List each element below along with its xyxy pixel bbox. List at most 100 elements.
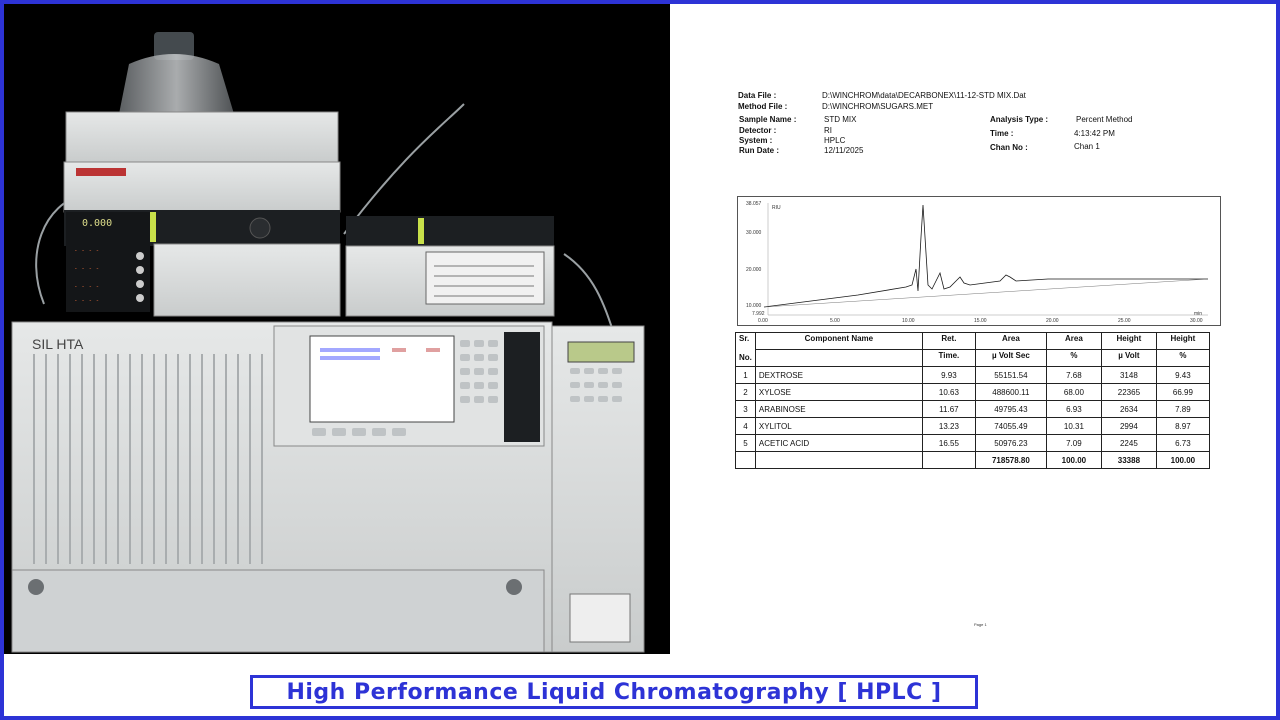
cell-height-pct: 66.99 bbox=[1155, 383, 1210, 401]
cell-area: 55151.54 bbox=[974, 366, 1047, 384]
svg-text:- - - -: - - - - bbox=[74, 297, 99, 304]
col-height-pct-sub: % bbox=[1155, 349, 1210, 367]
cell-area-pct: 68.00 bbox=[1045, 383, 1102, 401]
x-tick-label: 0.00 bbox=[758, 318, 768, 324]
page-number: Page 1 bbox=[974, 622, 987, 627]
col-area-pct-sub: % bbox=[1045, 349, 1102, 367]
cell-total-height-pct: 100.00 bbox=[1155, 451, 1210, 469]
cell-area-pct: 7.68 bbox=[1045, 366, 1102, 384]
cell-height: 2245 bbox=[1100, 434, 1157, 452]
chan-no-value: Chan 1 bbox=[1074, 142, 1100, 151]
cell-total-area-pct: 100.00 bbox=[1045, 451, 1102, 469]
col-area: Area bbox=[974, 332, 1047, 350]
cell-height: 22365 bbox=[1100, 383, 1157, 401]
cell-total-height: 33388 bbox=[1100, 451, 1157, 469]
run-date-value: 12/11/2025 bbox=[824, 146, 864, 155]
cell-component: XYLITOL bbox=[754, 417, 923, 435]
svg-text:0.000: 0.000 bbox=[82, 218, 112, 229]
table-row: 1 DEXTROSE 9.93 55151.54 7.68 3148 9.43 bbox=[735, 366, 1210, 384]
method-file-value: D:\WINCHROM\SUGARS.MET bbox=[822, 102, 934, 111]
run-date-label: Run Date : bbox=[739, 146, 779, 155]
time-value: 4:13:42 PM bbox=[1074, 129, 1115, 138]
col-no-label: No. bbox=[739, 353, 752, 362]
y-tick-label: 10.000 bbox=[746, 303, 762, 309]
cell-component: ARABINOSE bbox=[754, 400, 923, 418]
col-sr: Sr. No. bbox=[735, 332, 756, 367]
cell-area-pct: 10.31 bbox=[1045, 417, 1102, 435]
x-unit-label: min bbox=[1194, 311, 1202, 317]
cell-height-pct: 7.89 bbox=[1155, 400, 1210, 418]
cell-component: DEXTROSE bbox=[754, 366, 923, 384]
cell-area: 49795.43 bbox=[974, 400, 1047, 418]
column-oven-module bbox=[551, 325, 645, 653]
chromatogram-trace bbox=[763, 204, 1208, 308]
hplc-instrument-illustration: 0.000 - - - - - - - - - - - - - - - - SIL H… bbox=[11, 32, 645, 653]
sample-name-label: Sample Name : bbox=[739, 115, 797, 124]
instrument-brand-label: SIL HTA bbox=[32, 336, 84, 352]
cell-no: 4 bbox=[735, 417, 756, 435]
col-ret: Ret. bbox=[921, 332, 976, 350]
table-total-row: 718578.80 100.00 33388 100.00 bbox=[735, 451, 1210, 469]
cell-total-ret bbox=[921, 451, 976, 469]
cell-height: 2994 bbox=[1100, 417, 1157, 435]
data-file-label: Data File : bbox=[738, 91, 777, 100]
table-row: 2 XYLOSE 10.63 488600.11 68.00 22365 66.… bbox=[735, 383, 1210, 401]
cell-height-pct: 8.97 bbox=[1155, 417, 1210, 435]
table-row: 3 ARABINOSE 11.67 49795.43 6.93 2634 7.8… bbox=[735, 400, 1210, 418]
results-table: Sr. No. Component Name Ret. Area Area He… bbox=[735, 332, 1210, 469]
cell-height-pct: 6.73 bbox=[1155, 434, 1210, 452]
cell-no: 3 bbox=[735, 400, 756, 418]
chromatogram-svg: 38.057 30.000 20.000 10.000 7.992 RIU mi… bbox=[746, 201, 1209, 324]
col-component: Component Name bbox=[754, 332, 923, 350]
col-height: Height bbox=[1100, 332, 1157, 350]
cell-total-component bbox=[754, 451, 923, 469]
cell-ret: 13.23 bbox=[921, 417, 976, 435]
cell-area: 488600.11 bbox=[974, 383, 1047, 401]
x-tick-label: 10.00 bbox=[902, 318, 915, 324]
svg-text:- - - -: - - - - bbox=[74, 265, 99, 272]
col-component-sub bbox=[754, 349, 923, 367]
y-tick-label: 38.057 bbox=[746, 201, 762, 207]
svg-text:- - - -: - - - - bbox=[74, 247, 99, 254]
cell-no: 2 bbox=[735, 383, 756, 401]
hplc-instrument-photo: 0.000 - - - - - - - - - - - - - - - - SIL H… bbox=[4, 4, 670, 654]
chan-no-label: Chan No : bbox=[990, 143, 1028, 152]
table-header-row: Sr. No. Component Name Ret. Area Area He… bbox=[735, 332, 1210, 367]
cell-height-pct: 9.43 bbox=[1155, 366, 1210, 384]
chromatogram-plot: 38.057 30.000 20.000 10.000 7.992 RIU mi… bbox=[737, 196, 1221, 326]
cell-ret: 9.93 bbox=[921, 366, 976, 384]
cell-ret: 16.55 bbox=[921, 434, 976, 452]
sample-name-value: STD MIX bbox=[824, 115, 857, 124]
cell-component: ACETIC ACID bbox=[754, 434, 923, 452]
cell-ret: 11.67 bbox=[921, 400, 976, 418]
svg-text:- - - -: - - - - bbox=[74, 283, 99, 290]
autosampler-module bbox=[11, 321, 553, 653]
cell-area-pct: 7.09 bbox=[1045, 434, 1102, 452]
analysis-type-label: Analysis Type : bbox=[990, 115, 1049, 124]
cell-height: 3148 bbox=[1100, 366, 1157, 384]
cell-area-pct: 6.93 bbox=[1045, 400, 1102, 418]
cell-area: 50976.23 bbox=[974, 434, 1047, 452]
cell-total-no bbox=[735, 451, 756, 469]
pump-module: 0.000 - - - - - - - - - - - - - - - - bbox=[63, 161, 341, 317]
col-ret-sub: Time. bbox=[921, 349, 976, 367]
y-tick-label: 30.000 bbox=[746, 230, 762, 236]
cell-area: 74055.49 bbox=[974, 417, 1047, 435]
cell-no: 5 bbox=[735, 434, 756, 452]
data-file-value: D:\WINCHROM\data\DECARBONEX\11-12-STD MI… bbox=[822, 91, 1026, 100]
detector-module bbox=[345, 216, 555, 317]
caption-text: High Performance Liquid Chromatography [… bbox=[286, 679, 942, 705]
col-sr-label: Sr. bbox=[739, 334, 750, 343]
cell-ret: 10.63 bbox=[921, 383, 976, 401]
col-area-pct: Area bbox=[1045, 332, 1102, 350]
col-height-pct: Height bbox=[1155, 332, 1210, 350]
method-file-label: Method File : bbox=[738, 102, 788, 111]
caption-banner: High Performance Liquid Chromatography [… bbox=[250, 675, 978, 709]
cell-no: 1 bbox=[735, 366, 756, 384]
x-tick-label: 25.00 bbox=[1118, 318, 1131, 324]
x-tick-label: 5.00 bbox=[830, 318, 840, 324]
x-tick-label: 15.00 bbox=[974, 318, 987, 324]
x-tick-label: 30.00 bbox=[1190, 318, 1203, 324]
solvent-bottle bbox=[119, 32, 234, 114]
analysis-type-value: Percent Method bbox=[1076, 115, 1133, 124]
